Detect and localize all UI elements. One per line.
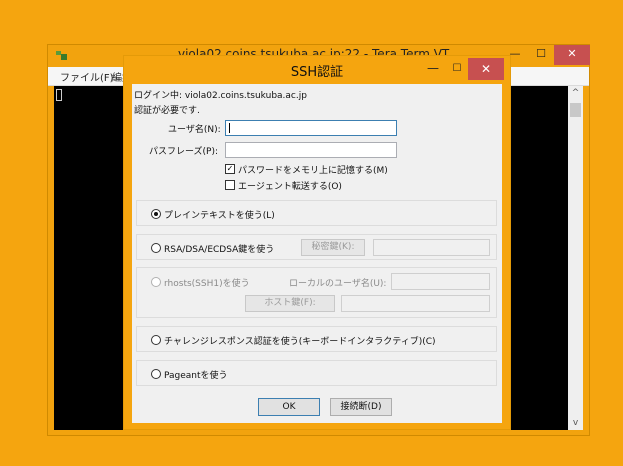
scroll-thumb[interactable] [570,103,581,117]
private-key-button[interactable]: 秘密鍵(K): [301,239,365,256]
text-caret [229,123,230,133]
pageant-radio[interactable] [151,369,161,379]
rhosts-radio[interactable] [151,277,161,287]
local-username-label: ローカルのユーザ名(U): [289,279,387,289]
host-key-input[interactable] [341,295,490,312]
rsa-label: RSA/DSA/ECDSA鍵を使う [164,245,275,255]
private-key-input[interactable] [373,239,490,256]
dialog-maximize-icon[interactable]: ☐ [446,60,468,78]
passphrase-label: パスフレーズ(P): [149,147,219,157]
terminal-scrollbar[interactable]: ^ v [568,86,583,430]
username-label: ユーザ名(N): [168,125,221,135]
dialog-close-icon[interactable]: ✕ [468,58,504,80]
remember-password-label: パスワードをメモリ上に記憶する(M) [238,166,388,176]
challenge-group: チャレンジレスポンス認証を使う(キーボードインタラクティブ)(C) [136,326,497,352]
rsa-radio[interactable] [151,243,161,253]
menu-file[interactable]: ファイル(F) [60,69,114,84]
login-status-text: ログイン中: viola02.coins.tsukuba.ac.jp [134,91,307,101]
auth-required-text: 認証が必要です. [134,106,200,116]
agent-forward-label: エージェント転送する(O) [238,182,342,192]
rsa-group: RSA/DSA/ECDSA鍵を使う 秘密鍵(K): [136,234,497,260]
rhosts-group: rhosts(SSH1)を使う ローカルのユーザ名(U): ホスト鍵(F): [136,267,497,318]
agent-forward-checkbox[interactable] [225,180,235,190]
maximize-icon[interactable]: ☐ [528,45,554,65]
plaintext-radio[interactable] [151,209,161,219]
local-username-input[interactable] [391,273,490,290]
scroll-down-icon[interactable]: v [568,416,583,430]
disconnect-button[interactable]: 接続断(D) [330,398,392,416]
challenge-radio[interactable] [151,335,161,345]
scroll-up-icon[interactable]: ^ [568,86,583,100]
rhosts-label: rhosts(SSH1)を使う [164,279,250,289]
ok-button[interactable]: OK [258,398,320,416]
host-key-button[interactable]: ホスト鍵(F): [245,295,335,312]
pageant-label: Pageantを使う [164,371,228,381]
plaintext-label: プレインテキストを使う(L) [164,211,275,221]
passphrase-input[interactable] [225,142,397,158]
dialog-minimize-icon[interactable]: — [420,60,446,78]
pageant-group: Pageantを使う [136,360,497,386]
close-icon[interactable]: ✕ [554,45,590,65]
remember-password-checkbox[interactable]: ✓ [225,164,235,174]
dialog-body: ログイン中: viola02.coins.tsukuba.ac.jp 認証が必要… [132,84,502,423]
terminal-cursor [56,89,62,101]
challenge-label: チャレンジレスポンス認証を使う(キーボードインタラクティブ)(C) [164,337,436,347]
username-input[interactable] [225,120,397,136]
teraterm-icon [56,51,67,60]
ssh-auth-dialog: SSH認証 — ☐ ✕ ログイン中: viola02.coins.tsukuba… [123,55,511,430]
plaintext-group: プレインテキストを使う(L) [136,200,497,226]
